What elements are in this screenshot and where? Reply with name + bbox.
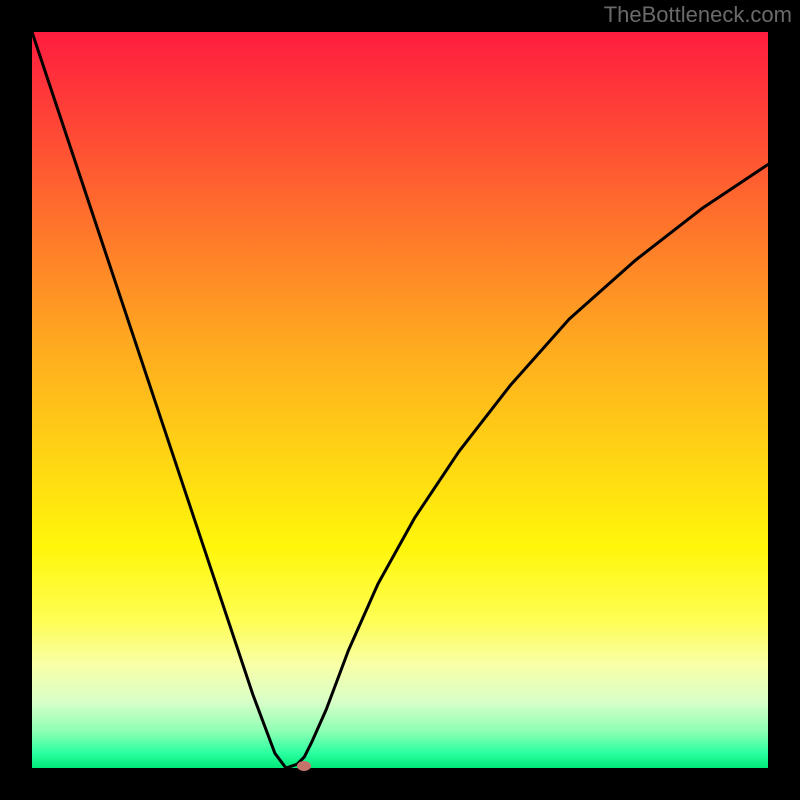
plot-area <box>32 32 768 768</box>
watermark-text: TheBottleneck.com <box>604 2 792 28</box>
bottleneck-curve <box>32 32 768 768</box>
optimal-point-marker <box>297 761 311 771</box>
curve-svg <box>32 32 768 768</box>
chart-container: TheBottleneck.com <box>0 0 800 800</box>
